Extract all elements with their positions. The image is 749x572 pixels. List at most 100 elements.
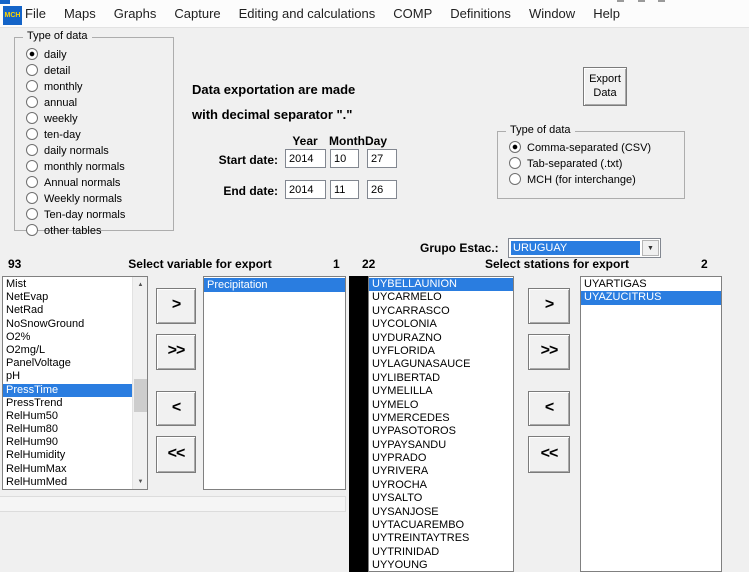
data-type-radio[interactable]: daily normals (15, 143, 173, 159)
station-item[interactable]: UYRIVERA (369, 465, 513, 478)
variable-item[interactable]: NetRad (3, 304, 132, 317)
data-type-radio[interactable]: Ten-day normals (15, 207, 173, 223)
variables-listbox[interactable]: MistNetEvapNetRadNoSnowGroundO2%O2mg/LPa… (2, 276, 148, 490)
end-year-field[interactable] (285, 180, 326, 199)
variable-item[interactable]: pH (3, 370, 132, 383)
station-item[interactable]: UYMERCEDES (369, 412, 513, 425)
stations-count: 22 (362, 257, 375, 271)
station-item[interactable]: UYCARRASCO (369, 305, 513, 318)
data-type-radio[interactable]: monthly (15, 79, 173, 95)
scroll-up-icon[interactable]: ▲ (133, 277, 148, 292)
export-data-button[interactable]: Export Data (583, 67, 627, 106)
menu-item[interactable]: Definitions (441, 6, 520, 21)
selected-variables-listbox[interactable]: Precipitation (203, 276, 346, 490)
menu-item[interactable]: Capture (165, 6, 229, 21)
data-type-radio[interactable]: other tables (15, 223, 173, 239)
grupo-estac-combobox[interactable]: URUGUAY ▼ (508, 238, 661, 258)
station-item[interactable]: UYDURAZNO (369, 332, 513, 345)
station-item[interactable]: UYPASOTOROS (369, 425, 513, 438)
station-item[interactable]: UYCARMELO (369, 291, 513, 304)
window-control-fragment (617, 0, 624, 2)
station-item[interactable]: UYBELLAUNION (369, 278, 513, 291)
station-item[interactable]: UYCOLONIA (369, 318, 513, 331)
variable-item[interactable]: RelHum90 (3, 436, 132, 449)
add-variable-button[interactable]: > (156, 288, 196, 324)
scroll-down-icon[interactable]: ▼ (133, 474, 148, 489)
station-item[interactable]: UYYOUNG (369, 559, 513, 571)
end-day-field[interactable] (367, 180, 397, 199)
station-item[interactable]: UYMELO (369, 399, 513, 412)
menu-item[interactable]: Graphs (105, 6, 166, 21)
remove-all-variables-button[interactable]: << (156, 436, 196, 473)
station-item[interactable]: UYSALTO (369, 492, 513, 505)
variable-item[interactable]: RelHum80 (3, 423, 132, 436)
variable-item[interactable]: RelHum50 (3, 410, 132, 423)
data-type-radio[interactable]: ten-day (15, 127, 173, 143)
station-item[interactable]: UYTACUAREMBO (369, 519, 513, 532)
selected-variable-item[interactable]: Precipitation (204, 278, 345, 292)
data-type-groupbox: Type of data dailydetailmonthlyannualwee… (14, 37, 174, 231)
variable-item[interactable]: Mist (3, 278, 132, 291)
menu-item[interactable]: Window (520, 6, 584, 21)
window-control-fragment (658, 0, 665, 2)
add-all-stations-button[interactable]: >> (528, 334, 570, 370)
station-item[interactable]: UYTRINIDAD (369, 546, 513, 559)
station-item[interactable]: UYSANJOSE (369, 506, 513, 519)
data-type-radio[interactable]: weekly (15, 111, 173, 127)
stations-listbox[interactable]: UYBELLAUNIONUYCARMELOUYCARRASCOUYCOLONIA… (368, 276, 514, 572)
variable-item[interactable]: RelHumMax (3, 463, 132, 476)
add-station-button[interactable]: > (528, 288, 570, 324)
selected-station-item[interactable]: UYAZUCITRUS (581, 291, 721, 304)
scrollbar-thumb[interactable] (134, 379, 147, 412)
start-day-field[interactable] (367, 149, 397, 168)
selected-stations-count: 2 (701, 257, 708, 271)
station-item[interactable]: UYLIBERTAD (369, 372, 513, 385)
data-type-radio[interactable]: Annual normals (15, 175, 173, 191)
menu-bar: MCH FileMapsGraphsCaptureEditing and cal… (0, 0, 749, 28)
data-type-radio[interactable]: annual (15, 95, 173, 111)
start-year-field[interactable] (285, 149, 326, 168)
format-radio[interactable]: Comma-separated (CSV) (498, 140, 684, 156)
variables-scrollbar[interactable]: ▲ ▼ (132, 277, 147, 489)
data-type-group-title: Type of data (23, 30, 92, 42)
end-date-label: End date: (198, 184, 278, 198)
variable-item[interactable]: O2% (3, 331, 132, 344)
station-item[interactable]: UYLAGUNASAUCE (369, 358, 513, 371)
station-item[interactable]: UYROCHA (369, 479, 513, 492)
variable-item[interactable]: PressTime (3, 384, 132, 397)
data-type-radio[interactable]: monthly normals (15, 159, 173, 175)
menu-item[interactable]: File (16, 6, 55, 21)
stations-items: UYBELLAUNIONUYCARMELOUYCARRASCOUYCOLONIA… (369, 278, 513, 571)
remove-station-button[interactable]: < (528, 391, 570, 426)
remove-variable-button[interactable]: < (156, 391, 196, 426)
variable-item[interactable]: RelHumMed (3, 476, 132, 489)
station-item[interactable]: UYFLORIDA (369, 345, 513, 358)
station-item[interactable]: UYPAYSANDU (369, 439, 513, 452)
data-type-radio[interactable]: daily (15, 47, 173, 63)
station-item[interactable]: UYMELILLA (369, 385, 513, 398)
variable-item[interactable]: PressTrend (3, 397, 132, 410)
data-type-radio[interactable]: detail (15, 63, 173, 79)
variable-item[interactable]: PanelVoltage (3, 357, 132, 370)
selected-stations-listbox[interactable]: UYARTIGASUYAZUCITRUS (580, 276, 722, 572)
menu-item[interactable]: Maps (55, 6, 105, 21)
data-type-radio[interactable]: Weekly normals (15, 191, 173, 207)
start-month-field[interactable] (330, 149, 359, 168)
format-radio[interactable]: MCH (for interchange) (498, 172, 684, 188)
variable-item[interactable]: NoSnowGround (3, 318, 132, 331)
menu-item[interactable]: Editing and calculations (230, 6, 385, 21)
menu-item[interactable]: COMP (384, 6, 441, 21)
add-all-variables-button[interactable]: >> (156, 334, 196, 370)
selected-stations-items: UYARTIGASUYAZUCITRUS (581, 278, 721, 571)
variable-item[interactable]: NetEvap (3, 291, 132, 304)
variable-item[interactable]: O2mg/L (3, 344, 132, 357)
station-item[interactable]: UYPRADO (369, 452, 513, 465)
menu-item[interactable]: Help (584, 6, 629, 21)
combo-dropdown-arrow-icon[interactable]: ▼ (642, 240, 659, 256)
remove-all-stations-button[interactable]: << (528, 436, 570, 473)
variable-item[interactable]: RelHumidity (3, 449, 132, 462)
end-month-field[interactable] (330, 180, 359, 199)
station-item[interactable]: UYTREINTAYTRES (369, 532, 513, 545)
selected-station-item[interactable]: UYARTIGAS (581, 278, 721, 291)
format-radio[interactable]: Tab-separated (.txt) (498, 156, 684, 172)
